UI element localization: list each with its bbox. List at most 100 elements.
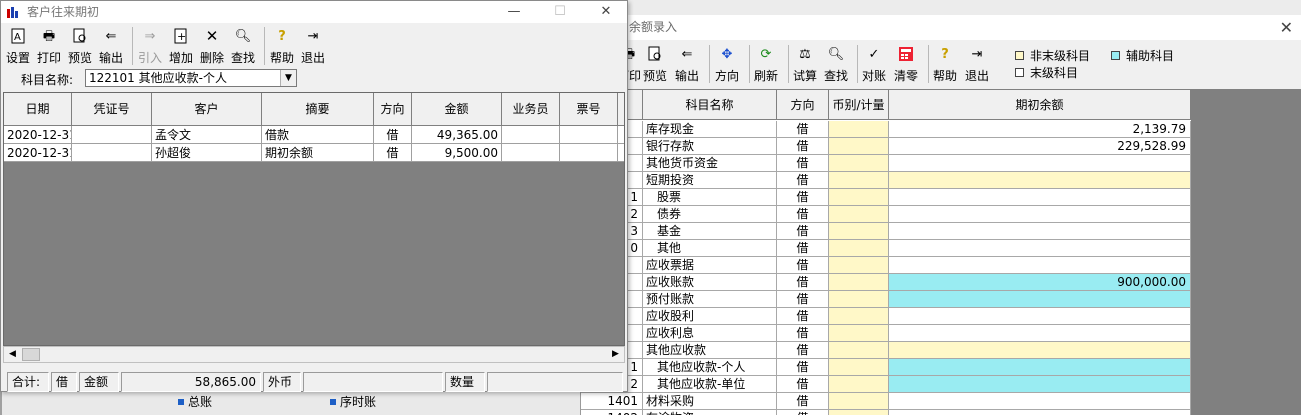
balance-direction-cell[interactable]: 借: [777, 410, 829, 415]
balance-amount-cell[interactable]: [889, 240, 1191, 256]
balance-row[interactable]: 1401 材料采购借: [581, 393, 1191, 410]
back-direction-button[interactable]: ✥ 方向: [715, 43, 739, 85]
balance-row[interactable]: 1402在途物资借: [581, 410, 1191, 415]
back-export-button[interactable]: ⇐ 输出: [675, 43, 699, 85]
balance-direction-cell[interactable]: 借: [777, 376, 829, 392]
balance-amount-cell[interactable]: [889, 308, 1191, 324]
balance-row[interactable]: 应收账款借 900,000.00: [581, 274, 1191, 291]
back-reconcile-button[interactable]: ✓ 对账: [862, 43, 886, 85]
amount-cell[interactable]: 49,365.00: [412, 126, 502, 144]
balance-subject-name-cell[interactable]: 应收账款: [643, 274, 777, 290]
back-preview-button[interactable]: 预览: [643, 43, 667, 85]
balance-amount-cell[interactable]: [889, 291, 1191, 307]
balance-amount-cell[interactable]: [889, 410, 1191, 415]
direction-cell[interactable]: 借: [374, 144, 412, 162]
balance-amount-cell[interactable]: [889, 342, 1191, 358]
back-refresh-button[interactable]: ⟳ 刷新: [754, 43, 778, 85]
balance-row[interactable]: 3 基金借: [581, 223, 1191, 240]
balance-amount-cell[interactable]: [889, 325, 1191, 341]
balance-subject-name-cell[interactable]: 基金: [643, 223, 777, 239]
balance-currency-cell[interactable]: [829, 291, 889, 307]
customer-cell[interactable]: 孟令文: [152, 126, 262, 144]
balance-subject-name-cell[interactable]: 应收票据: [643, 257, 777, 273]
balance-direction-cell[interactable]: 借: [777, 274, 829, 290]
date-cell[interactable]: 2020-12-31: [4, 126, 72, 144]
exit-button[interactable]: ⇥ 退出: [301, 25, 325, 67]
balance-subject-name-cell[interactable]: 短期投资: [643, 172, 777, 188]
balance-currency-cell[interactable]: [829, 274, 889, 290]
balance-currency-cell[interactable]: [829, 138, 889, 154]
balance-currency-cell[interactable]: [829, 206, 889, 222]
balance-direction-cell[interactable]: 借: [777, 121, 829, 137]
balance-row[interactable]: 1 其他应收款-个人借: [581, 359, 1191, 376]
balance-amount-cell[interactable]: [889, 359, 1191, 375]
back-find-button[interactable]: 🔍︎ 查找: [824, 43, 848, 85]
balance-currency-cell[interactable]: [829, 155, 889, 171]
balance-currency-cell[interactable]: [829, 393, 889, 409]
balance-direction-cell[interactable]: 借: [777, 240, 829, 256]
balance-row[interactable]: 其他货币资金借: [581, 155, 1191, 172]
staff-cell[interactable]: [502, 126, 560, 144]
summary-cell[interactable]: 借款: [262, 126, 374, 144]
balance-subject-name-cell[interactable]: 股票: [643, 189, 777, 205]
balance-direction-cell[interactable]: 借: [777, 172, 829, 188]
balance-row[interactable]: 预付账款借: [581, 291, 1191, 308]
delete-button[interactable]: ✕ 删除: [200, 25, 224, 67]
balance-direction-cell[interactable]: 借: [777, 206, 829, 222]
balance-subject-name-cell[interactable]: 银行存款: [643, 138, 777, 154]
back-trial-balance-button[interactable]: ⚖ 试算: [793, 43, 817, 85]
balance-code-cell[interactable]: 1401: [581, 393, 643, 409]
minimize-icon[interactable]: —: [491, 1, 537, 23]
balance-currency-cell[interactable]: [829, 223, 889, 239]
balance-amount-cell[interactable]: 229,528.99: [889, 138, 1191, 154]
import-button[interactable]: ⇒ 引入: [138, 25, 162, 67]
back-help-button[interactable]: ? 帮助: [933, 43, 957, 85]
maximize-icon[interactable]: ☐: [537, 1, 583, 23]
balance-subject-name-cell[interactable]: 材料采购: [643, 393, 777, 409]
balance-direction-cell[interactable]: 借: [777, 189, 829, 205]
scrollbar-thumb[interactable]: [22, 348, 40, 361]
balance-subject-name-cell[interactable]: 应收股利: [643, 308, 777, 324]
balance-subject-name-cell[interactable]: 应收利息: [643, 325, 777, 341]
back-clear-button[interactable]: 清零: [894, 43, 918, 85]
balance-currency-cell[interactable]: [829, 376, 889, 392]
balance-amount-cell[interactable]: [889, 172, 1191, 188]
balance-amount-cell[interactable]: [889, 155, 1191, 171]
balance-subject-name-cell[interactable]: 其他应收款-个人: [643, 359, 777, 375]
chevron-down-icon[interactable]: ▼: [280, 70, 296, 86]
balance-row[interactable]: 应收股利借: [581, 308, 1191, 325]
balance-code-cell[interactable]: 1402: [581, 410, 643, 415]
balance-amount-cell[interactable]: [889, 189, 1191, 205]
balance-direction-cell[interactable]: 借: [777, 308, 829, 324]
balance-direction-cell[interactable]: 借: [777, 155, 829, 171]
add-button[interactable]: + 增加: [169, 25, 193, 67]
balance-row[interactable]: 短期投资借: [581, 172, 1191, 189]
balance-row[interactable]: 2 其他应收款-单位借: [581, 376, 1191, 393]
balance-subject-name-cell[interactable]: 其他应收款: [643, 342, 777, 358]
balance-amount-cell[interactable]: [889, 223, 1191, 239]
balance-direction-cell[interactable]: 借: [777, 393, 829, 409]
balance-subject-name-cell[interactable]: 在途物资: [643, 410, 777, 415]
balance-currency-cell[interactable]: [829, 240, 889, 256]
balance-amount-cell[interactable]: 900,000.00: [889, 274, 1191, 290]
find-button[interactable]: 🔍︎ 查找: [231, 25, 255, 67]
balance-direction-cell[interactable]: 借: [777, 257, 829, 273]
date-cell[interactable]: 2020-12-31: [4, 144, 72, 162]
preview-button[interactable]: 预览: [68, 25, 92, 67]
balance-row[interactable]: 0 其他借: [581, 240, 1191, 257]
voucher-cell[interactable]: [72, 144, 152, 162]
ticket-cell[interactable]: [560, 126, 618, 144]
balance-amount-cell[interactable]: [889, 206, 1191, 222]
extra-cell[interactable]: [618, 126, 624, 144]
balance-row[interactable]: 1 股票借: [581, 189, 1191, 206]
balance-amount-cell[interactable]: [889, 393, 1191, 409]
staff-cell[interactable]: [502, 144, 560, 162]
print-button[interactable]: 🖶 打印: [37, 25, 61, 67]
tree-item-general-ledger[interactable]: 总账: [178, 393, 212, 410]
scroll-right-icon[interactable]: ▶: [607, 347, 624, 362]
balance-direction-cell[interactable]: 借: [777, 223, 829, 239]
ticket-cell[interactable]: [560, 144, 618, 162]
balance-currency-cell[interactable]: [829, 172, 889, 188]
extra-cell[interactable]: [618, 144, 624, 162]
back-exit-button[interactable]: ⇥ 退出: [965, 43, 989, 85]
